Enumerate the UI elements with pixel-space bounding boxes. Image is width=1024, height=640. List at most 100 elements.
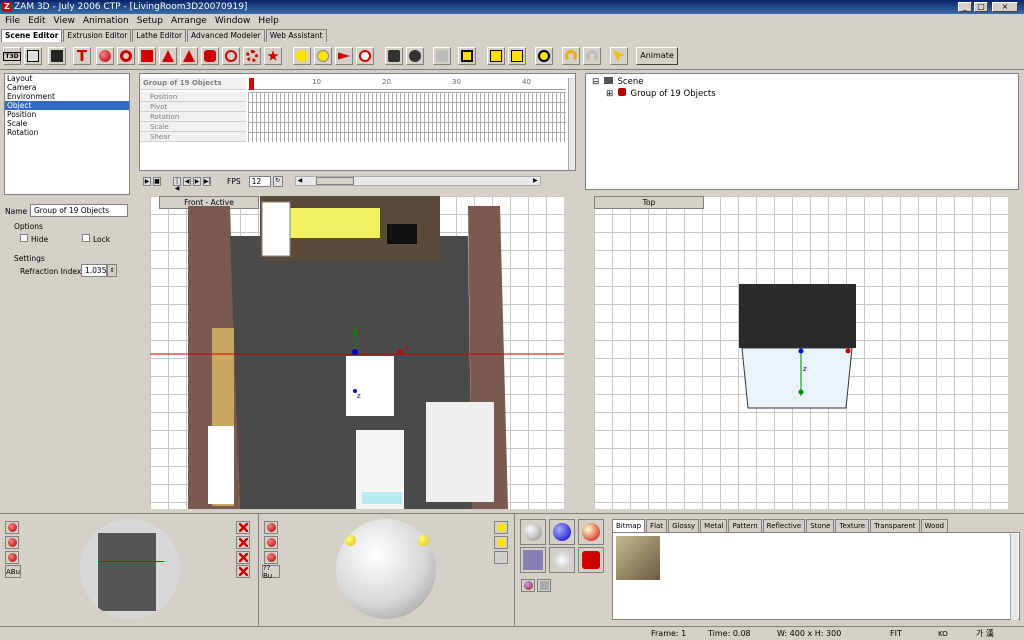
add-torus-button[interactable] (117, 47, 135, 65)
lock-checkbox[interactable] (82, 234, 90, 242)
tab-extrusion-editor[interactable]: Extrusion Editor (63, 29, 132, 42)
tab-reflective[interactable]: Reflective (762, 519, 806, 532)
menu-help[interactable]: Help (255, 14, 282, 28)
add-spotlight-button[interactable] (314, 47, 332, 65)
save-button[interactable] (48, 47, 66, 65)
add-cylinder-button[interactable] (201, 47, 219, 65)
refraction-spinner[interactable]: ⇕ (107, 264, 117, 277)
remove-light-button[interactable] (494, 536, 508, 549)
loop-button[interactable]: ↻ (272, 175, 283, 187)
undo-button[interactable] (562, 47, 580, 65)
menu-window[interactable]: Window (212, 14, 254, 28)
material-button[interactable] (549, 519, 575, 545)
timeline-grid[interactable] (248, 92, 566, 142)
list-item-layout[interactable]: Layout (5, 74, 129, 83)
scroll-right-icon[interactable]: ▶ (533, 177, 538, 184)
scene-preview[interactable] (80, 519, 180, 619)
light-preset-button[interactable] (5, 551, 19, 564)
material-button[interactable] (578, 547, 604, 573)
list-item-scale[interactable]: Scale (5, 119, 129, 128)
add-sphere-button[interactable] (96, 47, 114, 65)
tab-texture[interactable]: Texture (835, 519, 870, 532)
animate-button[interactable]: Animate (636, 47, 678, 65)
menu-setup[interactable]: Setup (134, 14, 166, 28)
ime-language[interactable]: KO (938, 628, 948, 640)
add-light-button[interactable] (494, 521, 508, 534)
hide-checkbox[interactable] (20, 234, 28, 242)
name-input[interactable]: Group of 19 Objects (30, 204, 128, 217)
tab-web-assistant[interactable]: Web Assistant (265, 29, 327, 42)
play-button[interactable]: ▶ (143, 176, 151, 186)
menu-edit[interactable]: Edit (25, 14, 48, 28)
menu-arrange[interactable]: Arrange (168, 14, 210, 28)
light-handle-2[interactable] (418, 535, 429, 546)
list-item-rotation[interactable]: Rotation (5, 128, 129, 137)
list-item-position[interactable]: Position (5, 110, 129, 119)
align-bottom-button[interactable] (508, 47, 526, 65)
add-directional-light-button[interactable] (356, 47, 374, 65)
new-scene-button[interactable]: T3D (3, 47, 21, 65)
group-button[interactable] (433, 47, 451, 65)
light-settings-button[interactable] (494, 551, 508, 564)
light-preset-button[interactable] (5, 521, 19, 534)
tree-node-scene[interactable]: ⊟ Scene (586, 76, 1018, 88)
scroll-thumb[interactable] (315, 177, 354, 185)
timeline-ruler[interactable]: 10 20 30 40 (248, 78, 566, 90)
light-handle-1[interactable] (345, 535, 356, 546)
material-apply-button[interactable] (521, 579, 535, 592)
material-scrollbar[interactable] (1010, 534, 1018, 620)
add-ring-button[interactable] (222, 47, 240, 65)
light-preset-button[interactable] (5, 536, 19, 549)
add-text-button[interactable]: T (73, 47, 91, 65)
room-render[interactable]: y x z (150, 196, 564, 509)
tab-flat[interactable]: Flat (646, 519, 668, 532)
add-gear-button[interactable] (243, 47, 261, 65)
tree-node-group[interactable]: ⊞ Group of 19 Objects (586, 88, 1018, 100)
playhead-marker[interactable] (249, 78, 254, 90)
timeline-row-scale[interactable]: Scale (140, 122, 246, 132)
delete-light-button[interactable] (236, 565, 250, 578)
bu-button[interactable]: ??Bu (262, 564, 280, 580)
menu-view[interactable]: View (51, 14, 78, 28)
add-point-light-button[interactable] (335, 47, 353, 65)
abu-button[interactable]: ABu (5, 565, 21, 578)
material-button[interactable] (578, 519, 604, 545)
first-frame-button[interactable]: |◀ (173, 176, 181, 192)
light-preset-button[interactable] (264, 536, 278, 549)
minimize-button[interactable]: _ (958, 2, 972, 12)
camera-target-button[interactable] (406, 47, 424, 65)
menu-animation[interactable]: Animation (80, 14, 132, 28)
list-item-object[interactable]: Object (5, 101, 129, 110)
maximize-button[interactable]: □ (974, 2, 988, 12)
material-grid-button[interactable] (537, 579, 551, 592)
expand-icon[interactable]: ⊞ (606, 89, 613, 99)
delete-light-button[interactable] (236, 521, 250, 534)
timeline-row-shear[interactable]: Shear (140, 132, 246, 142)
tab-transparent[interactable]: Transparent (870, 519, 920, 532)
ime-mode[interactable]: 가 漢 (976, 628, 994, 640)
list-item-camera[interactable]: Camera (5, 83, 129, 92)
timeline-hscrollbar[interactable]: ◀ ▶ (294, 176, 541, 186)
import-button[interactable] (24, 47, 42, 65)
tab-pattern[interactable]: Pattern (728, 519, 762, 532)
top-render[interactable]: z (594, 196, 1008, 509)
tab-wood[interactable]: Wood (920, 519, 949, 532)
top-viewport[interactable]: Top z (594, 196, 1008, 509)
material-button[interactable] (520, 519, 546, 545)
add-light-button[interactable] (293, 47, 311, 65)
redo-button[interactable] (583, 47, 601, 65)
timeline-row-position[interactable]: Position (140, 92, 246, 102)
align-top-button[interactable] (487, 47, 505, 65)
light-preview-sphere[interactable] (336, 519, 436, 619)
camera-button[interactable] (385, 47, 403, 65)
tab-bitmap[interactable]: Bitmap (612, 519, 646, 532)
close-button[interactable]: × (992, 2, 1018, 12)
material-button[interactable] (520, 547, 546, 573)
bitmap-thumbnail[interactable] (616, 536, 660, 580)
select-button[interactable] (610, 47, 628, 65)
material-button[interactable] (549, 547, 575, 573)
list-item-environment[interactable]: Environment (5, 92, 129, 101)
tab-lathe-editor[interactable]: Lathe Editor (132, 29, 187, 42)
ungroup-button[interactable] (458, 47, 476, 65)
add-cube-button[interactable] (138, 47, 156, 65)
